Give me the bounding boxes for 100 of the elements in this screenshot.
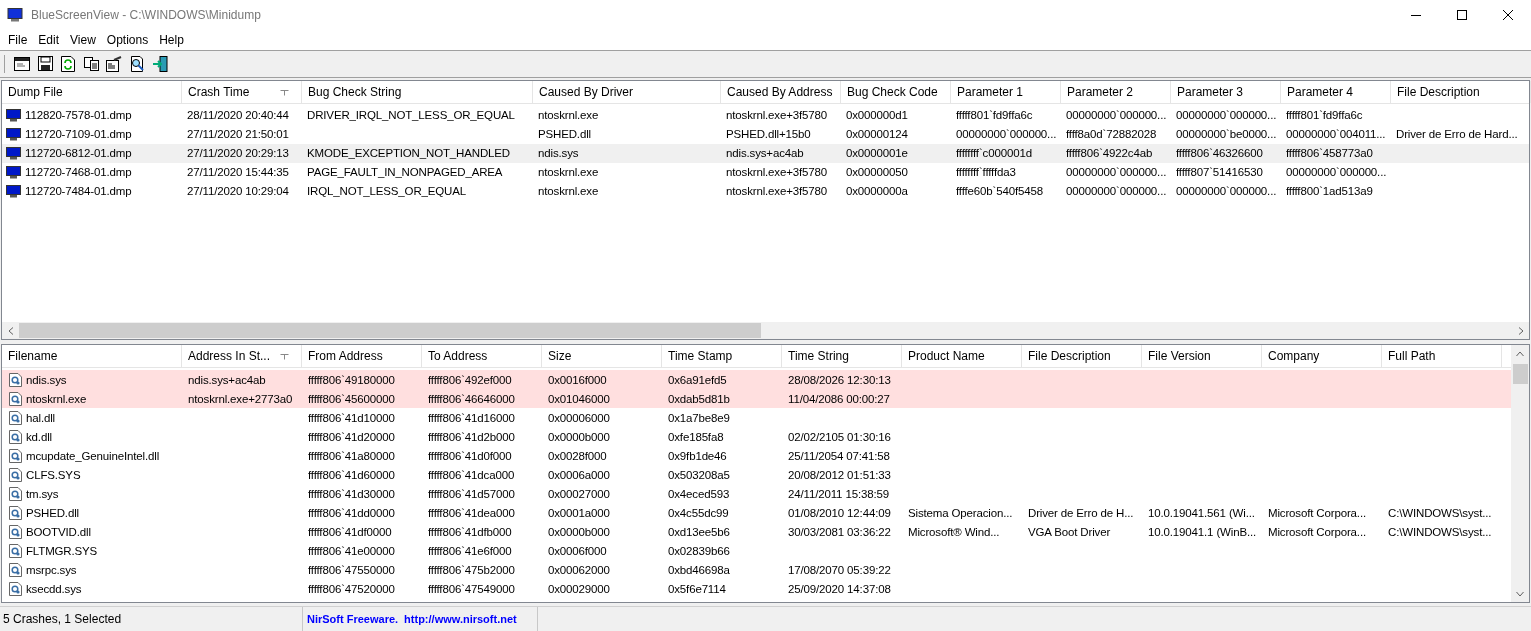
menu-item[interactable]: Edit <box>32 32 65 47</box>
table-cell: ndis.sys+ac4ab <box>726 147 804 160</box>
table-cell: fffff806`41d57000 <box>428 487 515 500</box>
website-link[interactable]: http://www.nirsoft.net <box>404 613 517 626</box>
table-cell: 0x0000b000 <box>548 430 610 443</box>
table-cell: KMODE_EXCEPTION_NOT_HANDLED <box>307 147 510 160</box>
app-icon <box>7 8 23 22</box>
column-header[interactable]: Parameter 2 <box>1061 80 1171 103</box>
monitor-icon <box>6 184 21 198</box>
column-header[interactable]: From Address <box>302 345 422 368</box>
menu-item[interactable]: Options <box>100 32 154 47</box>
table-cell: ntoskrnl.exe <box>538 166 599 179</box>
module-row[interactable]: ndis.sys ndis.sys+ac4ab fffff806`49180000 fffff806`492ef000 0x0016f000 0x6a91efd5 28/08/2026 12:30:13 <box>2 370 1511 390</box>
table-cell: BOOTVID.dll <box>26 525 91 538</box>
table-cell: 30/03/2081 03:36:22 <box>788 525 891 538</box>
column-header[interactable]: Address In St... <box>182 345 302 368</box>
scrollbar-thumb[interactable] <box>1512 364 1528 385</box>
table-cell: fffff806`47520000 <box>308 582 395 595</box>
table-cell: 0x0000001e <box>846 147 908 160</box>
column-header[interactable]: Bug Check Code <box>841 80 951 103</box>
table-cell: 0x01046000 <box>548 392 610 405</box>
column-header[interactable]: Parameter 3 <box>1171 80 1281 103</box>
table-cell: fffff806`46326600 <box>1176 147 1263 160</box>
table-cell: VGA Boot Driver <box>1028 525 1111 538</box>
column-header[interactable]: Full Path <box>1382 345 1502 368</box>
table-cell: 0x1a7be8e9 <box>668 411 730 424</box>
table-cell: fffff806`41e6f000 <box>428 544 512 557</box>
table-cell: 00000000`000000... <box>1176 185 1277 198</box>
table-cell: 00000000`000000... <box>1286 166 1387 179</box>
sort-icon <box>280 354 289 361</box>
table-cell: CLFS.SYS <box>26 468 81 481</box>
monitor-icon <box>6 165 21 179</box>
table-cell: DRIVER_IRQL_NOT_LESS_OR_EQUAL <box>307 109 515 122</box>
table-cell: 0x0000000a <box>846 185 908 198</box>
table-cell: 0x00000050 <box>846 166 908 179</box>
table-cell: fffff806`41dca000 <box>428 468 515 481</box>
table-cell: Microsoft® Wind... <box>908 525 1000 538</box>
table-cell: ndis.sys <box>26 373 67 386</box>
vertical-scrollbar[interactable] <box>1511 345 1529 603</box>
table-cell: PSHED.dll+15b0 <box>726 128 811 141</box>
horizontal-scrollbar[interactable] <box>2 322 1529 340</box>
column-header[interactable]: Parameter 4 <box>1281 80 1391 103</box>
column-header[interactable]: To Address <box>422 345 542 368</box>
column-header[interactable]: File Version <box>1142 345 1262 368</box>
table-cell: ntoskrnl.exe <box>26 392 87 405</box>
table-cell: C:\WINDOWS\syst... <box>1388 525 1492 538</box>
table-cell: 0x00006000 <box>548 411 610 424</box>
table-cell: 0xfe185fa8 <box>668 430 724 443</box>
table-cell: 00000000`be0000... <box>1176 128 1277 141</box>
table-cell: tm.sys <box>26 487 59 500</box>
table-cell: 0x000000d1 <box>846 109 908 122</box>
menu-item[interactable]: View <box>64 32 101 47</box>
menu-item[interactable]: Help <box>153 32 189 47</box>
close-icon <box>1503 10 1513 20</box>
table-cell: fffff806`41e00000 <box>308 544 395 557</box>
menu-item[interactable]: File <box>2 32 33 47</box>
table-cell: 0x0001a000 <box>548 506 610 519</box>
table-cell: ffff8a0d`72882028 <box>1066 128 1157 141</box>
table-cell: 02/02/2105 01:30:16 <box>788 430 891 443</box>
table-cell: 28/08/2026 12:30:13 <box>788 373 891 386</box>
table-cell: 112720-7468-01.dmp <box>25 166 132 179</box>
column-header[interactable]: Bug Check String <box>302 80 533 103</box>
table-cell: 0x503208a5 <box>668 468 730 481</box>
module-row[interactable]: ntoskrnl.exe ntoskrnl.exe+2773a0 fffff806`45600000 fffff806`46646000 0x01046000 0xdab5d81b 11/04/2086 00:00:27 <box>2 389 1511 409</box>
table-cell: Sistema Operacion... <box>908 506 1013 519</box>
table-cell: 0x00062000 <box>548 563 610 576</box>
table-cell: 10.0.19041.1 (WinB... <box>1148 525 1257 538</box>
column-header[interactable]: Caused By Address <box>721 80 841 103</box>
column-header[interactable]: File Description <box>1022 345 1142 368</box>
table-cell: fffff806`47550000 <box>308 563 395 576</box>
table-cell: 00000000`000000... <box>1176 109 1277 122</box>
table-cell: fffff806`41d0f000 <box>428 449 512 462</box>
table-cell: 112720-7109-01.dmp <box>25 128 132 141</box>
column-header[interactable]: Time Stamp <box>662 345 782 368</box>
column-header[interactable]: Dump File <box>2 80 182 103</box>
table-cell: ntoskrnl.exe+3f5780 <box>726 109 828 122</box>
table-cell: 0x0028f000 <box>548 449 607 462</box>
table-cell: fffff806`49180000 <box>308 373 395 386</box>
column-header[interactable]: Filename <box>2 345 182 368</box>
table-cell: fffff807`51416530 <box>1176 166 1263 179</box>
table-cell: fffff806`41df0000 <box>308 525 392 538</box>
table-cell: 0x0016f000 <box>548 373 607 386</box>
table-cell: fffff806`41d30000 <box>308 487 395 500</box>
scrollbar-thumb[interactable] <box>19 323 761 339</box>
column-header[interactable]: Parameter 1 <box>951 80 1061 103</box>
table-cell: mcupdate_GenuineIntel.dll <box>26 449 160 462</box>
column-header[interactable]: Caused By Driver <box>533 80 721 103</box>
column-header[interactable]: Product Name <box>902 345 1022 368</box>
table-cell: 112820-7578-01.dmp <box>25 109 132 122</box>
column-header[interactable]: Size <box>542 345 662 368</box>
column-header[interactable]: File Description <box>1391 80 1531 103</box>
table-cell: ntoskrnl.exe+3f5780 <box>726 166 828 179</box>
table-cell: 0xdab5d81b <box>668 392 730 405</box>
column-header[interactable]: Company <box>1262 345 1382 368</box>
table-cell: C:\WINDOWS\syst... <box>1388 506 1492 519</box>
table-cell: kd.dll <box>26 430 52 443</box>
table-cell: 28/11/2020 20:40:44 <box>187 109 289 122</box>
column-header[interactable]: Time String <box>782 345 902 368</box>
table-cell: 0x6a91efd5 <box>668 373 727 386</box>
column-header[interactable]: Crash Time <box>182 80 302 103</box>
